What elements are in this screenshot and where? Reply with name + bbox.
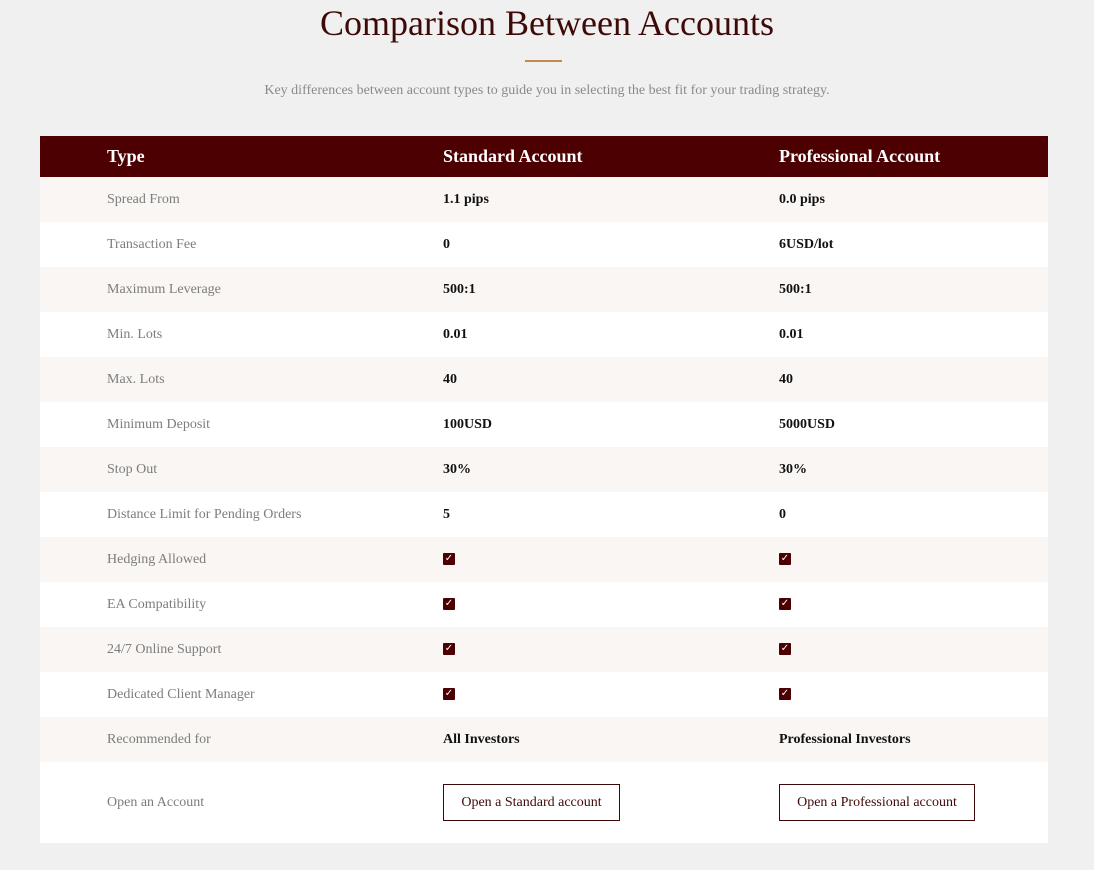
table-row: Min. Lots 0.01 0.01 (40, 312, 1048, 357)
professional-value: 0.01 (779, 326, 804, 342)
professional-value: 30% (779, 461, 807, 477)
table-row: EA Compatibility ✓ ✓ (40, 582, 1048, 627)
check-icon: ✓ (779, 687, 791, 700)
row-label: Transaction Fee (107, 236, 197, 252)
table-row: Minimum Deposit 100USD 5000USD (40, 402, 1048, 447)
column-header-type: Type (107, 146, 145, 166)
row-label: Min. Lots (107, 326, 163, 342)
check-icon: ✓ (779, 642, 791, 655)
table-row: Spread From 1.1 pips 0.0 pips (40, 177, 1048, 222)
row-label: Recommended for (107, 731, 211, 747)
check-icon: ✓ (443, 552, 455, 565)
professional-value: 0.0 pips (779, 191, 825, 207)
check-icon: ✓ (443, 642, 455, 655)
professional-value: 500:1 (779, 281, 812, 297)
open-account-row: Open an Account Open a Standard account … (40, 762, 1048, 843)
standard-value: 30% (443, 461, 471, 477)
column-header-standard: Standard Account (443, 146, 583, 166)
check-icon: ✓ (443, 597, 455, 610)
page-subtitle: Key differences between account types to… (264, 83, 830, 98)
standard-value: 100USD (443, 416, 493, 432)
table-header: Type Standard Account Professional Accou… (40, 136, 1048, 177)
row-label: Open an Account (107, 794, 205, 810)
standard-value: 40 (443, 371, 457, 387)
row-label: Distance Limit for Pending Orders (107, 506, 302, 522)
table-row: Maximum Leverage 500:1 500:1 (40, 267, 1048, 312)
page-title: Comparison Between Accounts (320, 3, 774, 43)
table-row: Hedging Allowed ✓ ✓ (40, 537, 1048, 582)
row-label: Hedging Allowed (107, 551, 207, 567)
table-row: Recommended for All Investors Profession… (40, 717, 1048, 762)
open-standard-account-button[interactable]: Open a Standard account (443, 784, 620, 821)
row-label: Dedicated Client Manager (107, 686, 255, 702)
check-icon: ✓ (443, 687, 455, 700)
professional-value: 40 (779, 371, 793, 387)
professional-value: 0 (779, 506, 786, 522)
table-row: Transaction Fee 0 6USD/lot (40, 222, 1048, 267)
standard-value: All Investors (443, 731, 520, 747)
standard-value: 0.01 (443, 326, 468, 342)
row-label: 24/7 Online Support (107, 641, 222, 657)
table-row: 24/7 Online Support ✓ ✓ (40, 627, 1048, 672)
table-row: Stop Out 30% 30% (40, 447, 1048, 492)
row-label: EA Compatibility (107, 596, 207, 612)
title-divider (525, 60, 562, 62)
table-row: Distance Limit for Pending Orders 5 0 (40, 492, 1048, 537)
professional-value: Professional Investors (779, 731, 911, 747)
row-label: Maximum Leverage (107, 281, 221, 297)
row-label: Minimum Deposit (107, 416, 211, 432)
column-header-professional: Professional Account (779, 146, 941, 166)
standard-value: 1.1 pips (443, 191, 489, 207)
check-icon: ✓ (779, 552, 791, 565)
professional-value: 6USD/lot (779, 236, 834, 252)
check-icon: ✓ (779, 597, 791, 610)
row-label: Spread From (107, 191, 180, 207)
professional-value: 5000USD (779, 416, 836, 432)
comparison-table: Type Standard Account Professional Accou… (40, 136, 1048, 843)
row-label: Max. Lots (107, 371, 165, 387)
standard-value: 5 (443, 506, 450, 522)
standard-value: 0 (443, 236, 450, 252)
row-label: Stop Out (107, 461, 158, 477)
open-professional-account-button[interactable]: Open a Professional account (779, 784, 975, 821)
table-row: Dedicated Client Manager ✓ ✓ (40, 672, 1048, 717)
table-row: Max. Lots 40 40 (40, 357, 1048, 402)
standard-value: 500:1 (443, 281, 476, 297)
